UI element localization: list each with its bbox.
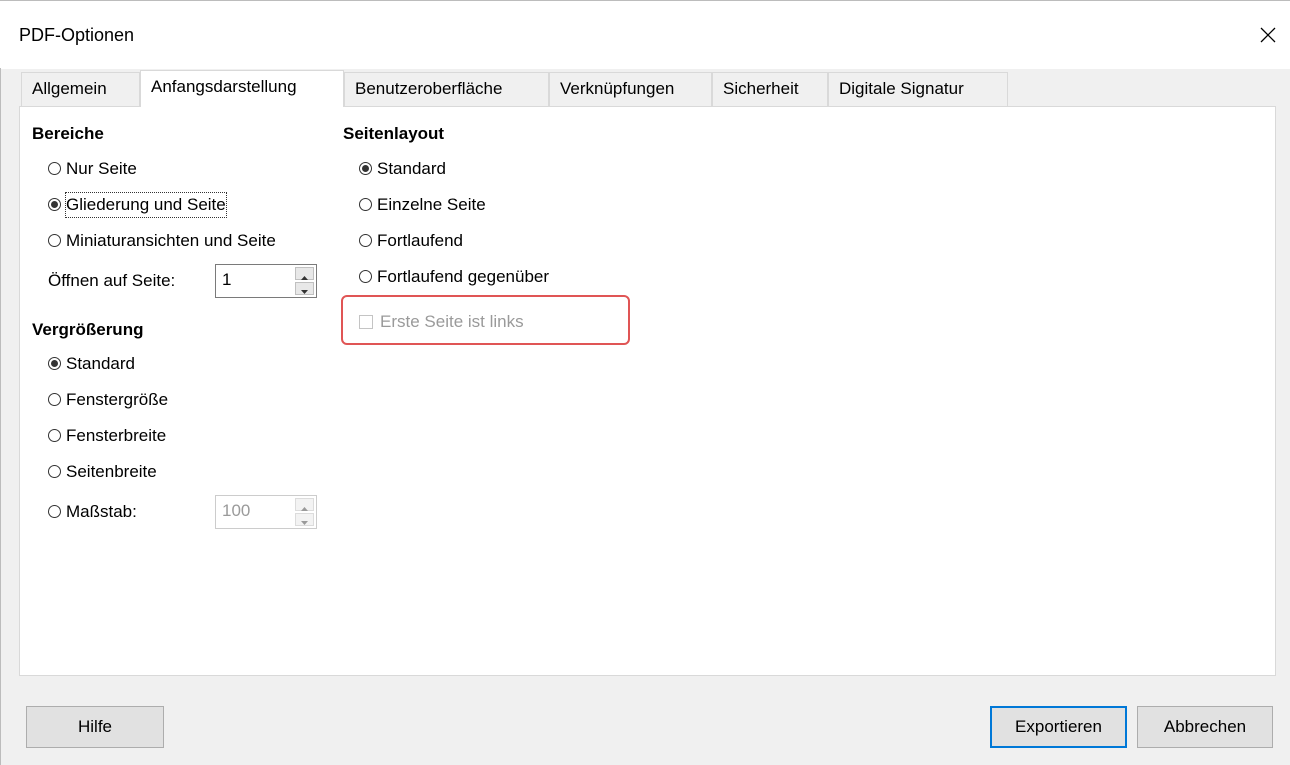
radio-label: Maßstab: xyxy=(66,502,137,521)
zoom-spinbox: 100 xyxy=(215,495,317,529)
radio-indicator xyxy=(48,429,61,442)
radio-label: Fortlaufend gegenüber xyxy=(377,267,550,286)
spinbox-value: 100 xyxy=(222,501,251,520)
spin-down-icon xyxy=(295,513,314,526)
vergroesserung-heading: Vergrößerung xyxy=(32,320,144,339)
highlight-box xyxy=(341,295,630,345)
radio-indicator xyxy=(359,270,372,283)
tab-verknuepfungen[interactable]: Verknüpfungen xyxy=(549,72,712,106)
tab-sicherheit[interactable]: Sicherheit xyxy=(712,72,828,106)
radio-label: Standard xyxy=(66,354,135,373)
window-title: PDF-Optionen xyxy=(19,25,135,45)
spin-up-icon[interactable] xyxy=(295,267,314,280)
spin-down-icon[interactable] xyxy=(295,282,314,295)
title-bar: PDF-Optionen xyxy=(0,0,1290,69)
radio-indicator xyxy=(48,505,61,518)
spinbox-value: 1 xyxy=(222,270,232,289)
export-button[interactable]: Exportieren xyxy=(990,706,1127,748)
radio-indicator xyxy=(48,357,61,370)
radio-indicator xyxy=(48,393,61,406)
spinbox-arrows xyxy=(295,498,314,526)
help-button[interactable]: Hilfe xyxy=(26,706,164,748)
radio-label: Standard xyxy=(377,159,446,178)
tab-benutzeroberflaeche[interactable]: Benutzeroberfläche xyxy=(344,72,549,106)
spin-up-icon xyxy=(295,498,314,511)
close-icon[interactable] xyxy=(1248,15,1288,55)
radio-label: Fensterbreite xyxy=(66,426,167,445)
seitenlayout-heading: Seitenlayout xyxy=(343,124,445,143)
cancel-button[interactable]: Abbrechen xyxy=(1137,706,1273,748)
radio-label: Gliederung und Seite xyxy=(65,192,227,218)
tab-panel xyxy=(19,106,1276,676)
radio-indicator xyxy=(48,162,61,175)
tab-allgemein[interactable]: Allgemein xyxy=(21,72,140,106)
open-on-page-spinbox[interactable]: 1 xyxy=(215,264,317,298)
open-on-page-label: Öffnen auf Seite: xyxy=(48,271,176,290)
radio-indicator xyxy=(359,234,372,247)
tab-anfangsdarstellung[interactable]: Anfangsdarstellung xyxy=(140,70,344,107)
bereiche-heading: Bereiche xyxy=(32,124,104,143)
window-border xyxy=(0,68,1,765)
tab-digitale-signatur[interactable]: Digitale Signatur xyxy=(828,72,1008,106)
spinbox-arrows xyxy=(295,267,314,295)
radio-indicator xyxy=(48,234,61,247)
radio-indicator xyxy=(359,198,372,211)
radio-indicator xyxy=(359,162,372,175)
radio-label: Fortlaufend xyxy=(377,231,463,250)
radio-label: Einzelne Seite xyxy=(377,195,486,214)
radio-label: Fenstergröße xyxy=(66,390,169,409)
pdf-options-dialog: PDF-Optionen Allgemein Anfangsdarstellun… xyxy=(0,0,1290,765)
radio-indicator xyxy=(48,465,61,478)
radio-indicator xyxy=(48,198,61,211)
radio-label: Nur Seite xyxy=(66,159,137,178)
radio-label: Miniaturansichten und Seite xyxy=(66,231,276,250)
radio-label: Seitenbreite xyxy=(66,462,157,481)
